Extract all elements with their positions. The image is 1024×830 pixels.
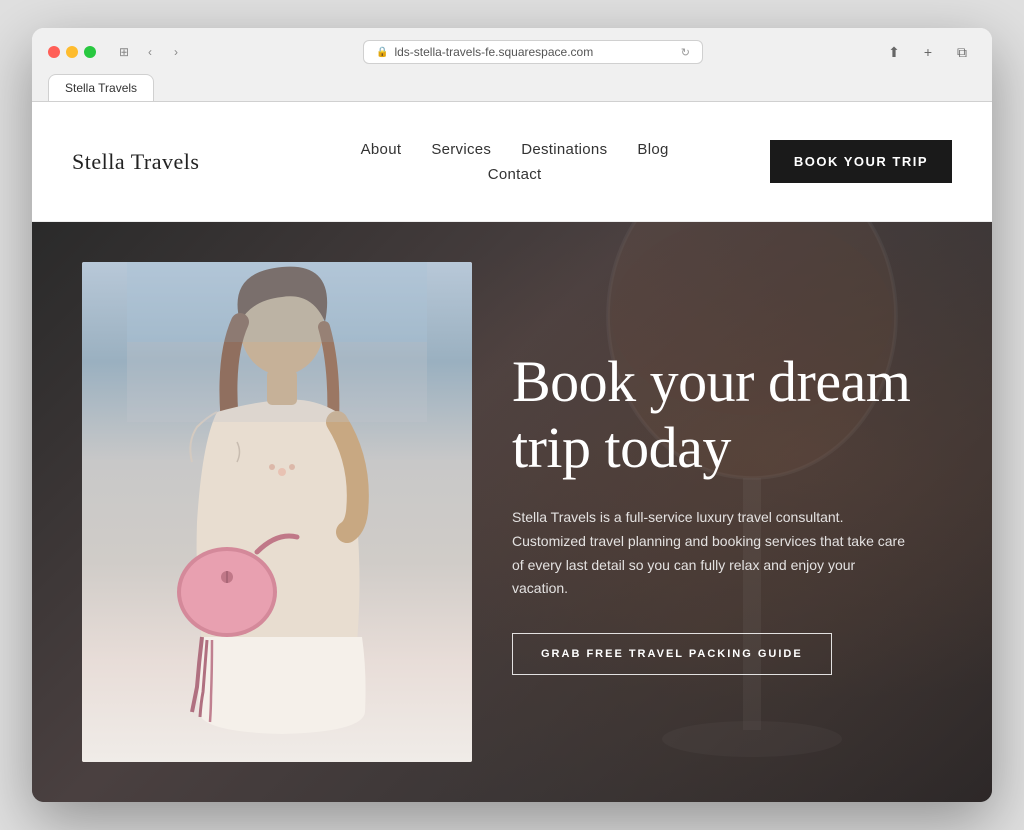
person-illustration — [127, 262, 427, 762]
browser-controls: ⊞ ‹ › — [114, 42, 186, 62]
url-text: lds-stella-travels-fe.squarespace.com — [394, 45, 593, 59]
nav-row-top: About Services Destinations Blog — [361, 141, 669, 158]
packing-guide-button[interactable]: GRAB FREE TRAVEL PACKING GUIDE — [512, 633, 832, 675]
minimize-button[interactable] — [66, 46, 78, 58]
forward-button[interactable]: › — [166, 42, 186, 62]
hero-content: Book your dream trip today Stella Travel… — [32, 222, 992, 802]
new-tab-button[interactable]: + — [914, 38, 942, 66]
book-trip-button[interactable]: BOOK YOUR TRIP — [770, 140, 952, 183]
nav-link-destinations[interactable]: Destinations — [521, 141, 607, 158]
nav-link-contact[interactable]: Contact — [488, 166, 542, 183]
lock-icon: 🔒 — [376, 47, 388, 58]
address-bar[interactable]: 🔒 lds-stella-travels-fe.squarespace.com … — [363, 40, 703, 64]
nav-link-blog[interactable]: Blog — [637, 141, 668, 158]
hero-text-area: Book your dream trip today Stella Travel… — [512, 262, 942, 762]
nav-row-bottom: Contact — [488, 166, 542, 183]
hero-section: Book your dream trip today Stella Travel… — [32, 222, 992, 802]
browser-tabs: Stella Travels — [48, 74, 976, 101]
traffic-lights — [48, 46, 96, 58]
maximize-button[interactable] — [84, 46, 96, 58]
nav-links: About Services Destinations Blog Contact — [199, 141, 769, 183]
tabs-overview-button[interactable]: ⧉ — [948, 38, 976, 66]
browser-window: ⊞ ‹ › 🔒 lds-stella-travels-fe.squarespac… — [32, 28, 992, 802]
address-bar-container: 🔒 lds-stella-travels-fe.squarespace.com … — [196, 40, 870, 64]
nav-link-services[interactable]: Services — [431, 141, 491, 158]
back-button[interactable]: ‹ — [140, 42, 160, 62]
share-button[interactable]: ⬆ — [880, 38, 908, 66]
nav-link-about[interactable]: About — [361, 141, 402, 158]
close-button[interactable] — [48, 46, 60, 58]
sidebar-toggle-button[interactable]: ⊞ — [114, 42, 134, 62]
hero-heading: Book your dream trip today — [512, 349, 942, 482]
active-tab[interactable]: Stella Travels — [48, 74, 154, 101]
site-logo[interactable]: Stella Travels — [72, 149, 199, 175]
browser-chrome: ⊞ ‹ › 🔒 lds-stella-travels-fe.squarespac… — [32, 28, 992, 102]
hero-image — [82, 262, 472, 762]
reload-icon[interactable]: ↻ — [681, 46, 690, 59]
hero-image-placeholder — [82, 262, 472, 762]
website: Stella Travels About Services Destinatio… — [32, 102, 992, 802]
browser-actions: ⬆ + ⧉ — [880, 38, 976, 66]
hero-subtext: Stella Travels is a full-service luxury … — [512, 506, 912, 601]
site-nav: Stella Travels About Services Destinatio… — [32, 102, 992, 222]
